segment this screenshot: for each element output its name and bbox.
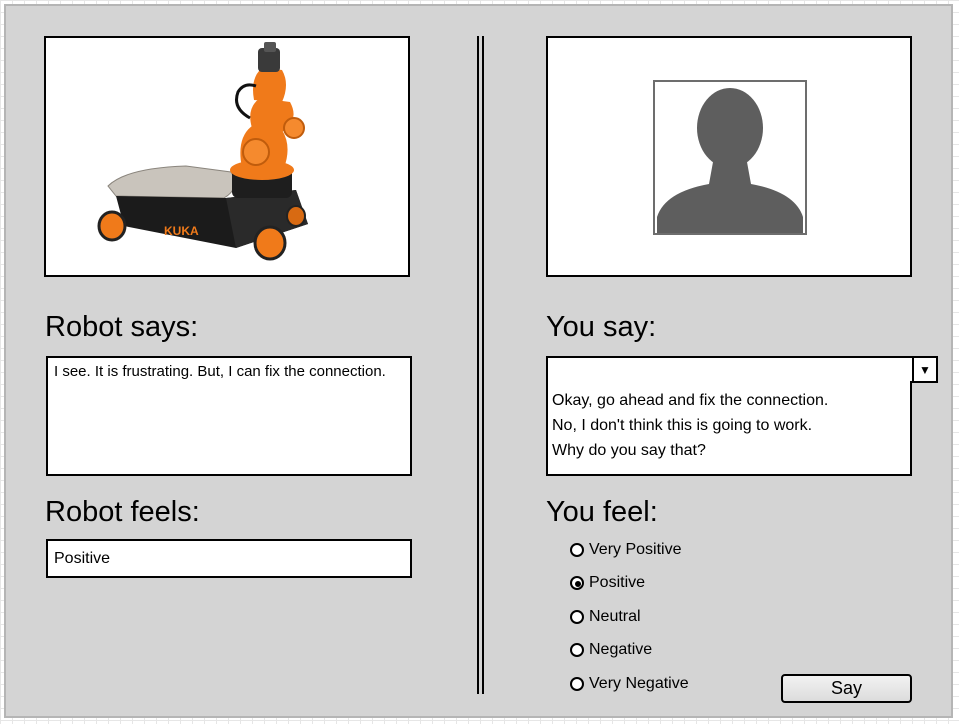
feeling-negative[interactable]: Negative (570, 641, 652, 659)
robot-feels-heading: Robot feels: (45, 496, 200, 528)
radio-button-selected[interactable] (570, 576, 584, 590)
avatar (653, 80, 807, 235)
robot-says-heading: Robot says: (45, 311, 199, 343)
kuka-logo: KUKA (164, 224, 199, 238)
you-feel-heading: You feel: (546, 496, 658, 528)
robot-image-frame: KUKA (44, 36, 410, 277)
robot-says-textbox: I see. It is frustrating. But, I can fix… (46, 356, 412, 476)
column-divider-left (477, 36, 479, 694)
radio-label: Very Negative (589, 675, 689, 692)
radio-label: Neutral (589, 608, 641, 625)
robot-feels-value: Positive (54, 549, 111, 567)
say-option-1[interactable]: Okay, go ahead and fix the connection. (552, 393, 828, 409)
person-silhouette-icon (657, 88, 803, 233)
column-divider-right (482, 36, 484, 694)
you-say-heading: You say: (546, 311, 657, 343)
radio-label: Positive (589, 574, 646, 591)
feeling-very-negative[interactable]: Very Negative (570, 675, 689, 693)
radio-button[interactable] (570, 643, 584, 657)
feeling-very-positive[interactable]: Very Positive (570, 541, 681, 559)
triangle-down-icon[interactable]: ▼ (912, 358, 936, 381)
say-option-2[interactable]: No, I don't think this is going to work. (552, 418, 812, 434)
robot-says-text: I see. It is frustrating. But, I can fix… (54, 363, 386, 380)
you-say-dropdown[interactable]: ▼ (546, 356, 938, 383)
feeling-positive[interactable]: Positive (570, 574, 645, 592)
say-button[interactable]: Say (781, 674, 912, 703)
radio-label: Negative (589, 641, 653, 658)
user-image-frame (546, 36, 912, 277)
robot-feels-field: Positive (46, 539, 412, 578)
robot-arm-image: KUKA (97, 42, 308, 261)
radio-button[interactable] (570, 610, 584, 624)
say-option-3[interactable]: Why do you say that? (552, 443, 706, 459)
radio-label: Very Positive (589, 541, 682, 558)
feeling-neutral[interactable]: Neutral (570, 608, 641, 626)
radio-button[interactable] (570, 543, 584, 557)
radio-button[interactable] (570, 677, 584, 691)
